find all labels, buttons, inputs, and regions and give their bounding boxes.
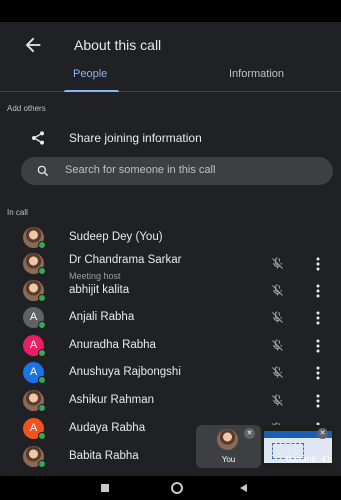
online-status-dot [38, 241, 46, 249]
avatar [23, 390, 46, 412]
close-icon[interactable]: ✕ [317, 428, 328, 439]
search-placeholder: Search for someone in this call [65, 164, 216, 176]
participant-row[interactable]: Dr Chandrama Sarkar Meeting host [0, 252, 341, 281]
mic-off-icon [272, 366, 283, 378]
more-options-icon[interactable] [312, 310, 324, 326]
participant-row[interactable]: abhijit kalita [0, 279, 341, 305]
more-options-icon[interactable] [312, 338, 324, 354]
online-status-dot [38, 460, 46, 468]
participant-name: Babita Rabha [69, 450, 139, 462]
share-icon [32, 131, 44, 145]
recents-button[interactable] [101, 484, 109, 492]
participant-row[interactable]: A Anuradha Rabha [0, 334, 341, 360]
avatar: A [23, 362, 46, 384]
participant-name: Ashikur Rahman [69, 394, 155, 406]
participant-name: Dr Chandrama Sarkar [69, 254, 182, 266]
participant-name: Anjali Rabha [69, 311, 135, 323]
participant-row[interactable]: Sudeep Dey (You) [0, 226, 341, 252]
tab-information[interactable]: Information [229, 68, 284, 80]
search-icon [37, 165, 49, 177]
participant-search-input[interactable]: Search for someone in this call [21, 157, 333, 185]
avatar [23, 227, 46, 249]
active-tab-indicator [64, 90, 119, 92]
section-add-others: Add others [7, 104, 46, 113]
avatar: A [23, 307, 46, 329]
mic-off-icon [272, 257, 283, 269]
presenter-label: Basanti..41 [285, 454, 331, 464]
more-options-icon[interactable] [312, 393, 324, 409]
online-status-dot [38, 294, 46, 302]
section-in-call: In call [7, 208, 28, 217]
back-arrow-icon[interactable] [22, 34, 44, 56]
online-status-dot [38, 432, 46, 440]
tab-bar: People Information [0, 62, 341, 92]
system-back-button[interactable] [240, 484, 247, 492]
more-options-icon[interactable] [312, 256, 324, 272]
more-options-icon[interactable] [312, 365, 324, 381]
avatar [23, 446, 46, 468]
app-bar: About this call [0, 28, 341, 64]
avatar-initial: A [29, 422, 38, 434]
online-status-dot [38, 376, 46, 384]
participant-name: Anuradha Rabha [69, 339, 156, 351]
participant-row[interactable]: Ashikur Rahman [0, 389, 341, 415]
share-label: Share joining information [69, 131, 202, 145]
avatar [23, 253, 46, 275]
mic-off-icon [272, 284, 283, 296]
avatar-initial: A [29, 311, 38, 323]
participant-name: abhijit kalita [69, 284, 130, 296]
online-status-dot [38, 267, 46, 275]
participant-name: Audaya Rabha [69, 422, 146, 434]
mic-off-icon [272, 311, 283, 323]
mic-off-icon [272, 339, 283, 351]
avatar: A [23, 418, 46, 440]
mic-off-icon [272, 394, 283, 406]
avatar: A [23, 335, 46, 357]
close-icon[interactable]: ✕ [244, 428, 255, 439]
participant-name: Sudeep Dey (You) [69, 231, 163, 243]
more-options-icon[interactable] [312, 283, 324, 299]
self-avatar [217, 429, 238, 450]
avatar [23, 280, 46, 302]
self-preview-tile[interactable]: ✕ You [196, 425, 261, 468]
navigation-bar [0, 476, 341, 500]
avatar-initial: A [29, 339, 38, 351]
online-status-dot [38, 321, 46, 329]
shared-screen-tile[interactable]: ✕ Basanti..41 [262, 425, 334, 468]
participant-row[interactable]: A Anjali Rabha [0, 306, 341, 332]
self-tile-label: You [221, 455, 236, 464]
page-title: About this call [74, 37, 162, 53]
share-joining-info-button[interactable]: Share joining information [0, 124, 341, 154]
status-bar [0, 0, 341, 22]
home-button[interactable] [171, 482, 183, 494]
online-status-dot [38, 404, 46, 412]
call-details-screen: About this call People Information Add o… [0, 0, 341, 500]
participant-row[interactable]: A Anushuya Rajbongshi [0, 361, 341, 387]
online-status-dot [38, 349, 46, 357]
tab-people[interactable]: People [73, 68, 107, 80]
avatar-initial: A [29, 366, 38, 378]
participant-name: Anushuya Rajbongshi [69, 366, 181, 378]
